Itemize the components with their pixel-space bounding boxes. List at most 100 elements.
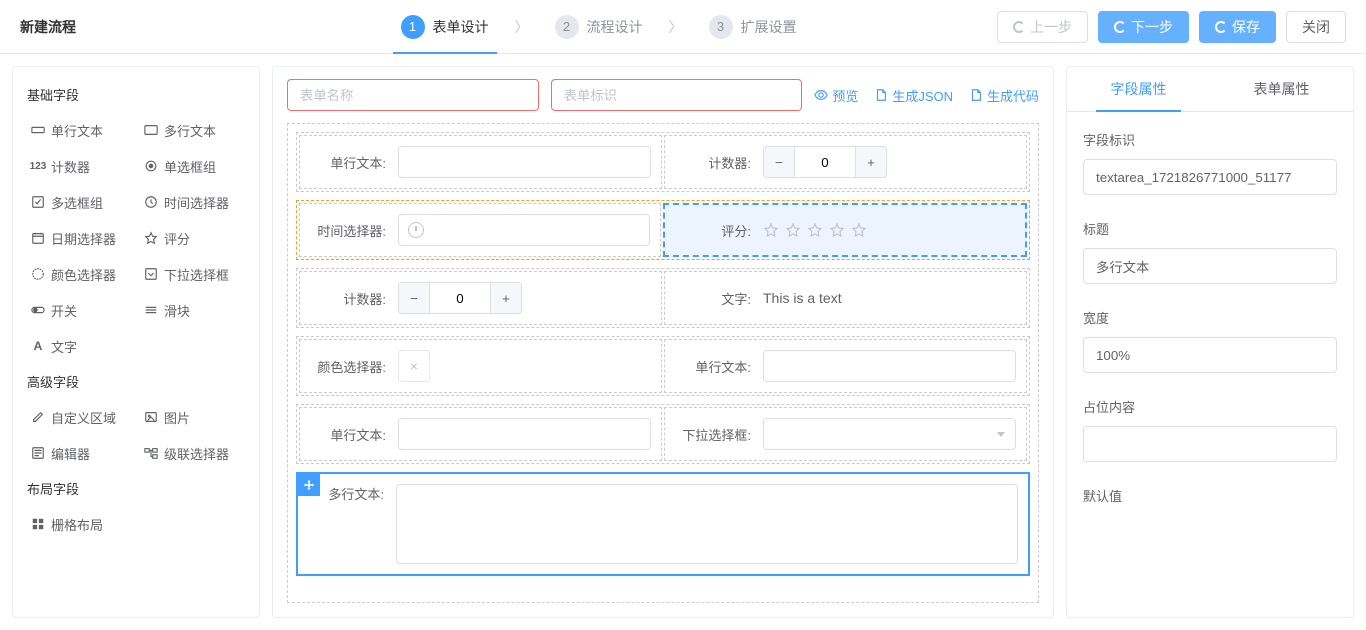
static-text: This is a text	[763, 290, 1016, 306]
counter-increase-button[interactable]: +	[490, 282, 522, 314]
loading-icon	[1114, 21, 1126, 33]
form-name-input[interactable]	[287, 79, 539, 111]
cell-single-text[interactable]: 单行文本:	[299, 135, 662, 189]
rate-stars[interactable]	[763, 222, 1015, 238]
steps: 1 表单设计 〉 2 流程设计 〉 3 扩展设置	[200, 15, 997, 39]
page-title: 新建流程	[20, 17, 200, 37]
star-icon[interactable]	[851, 222, 867, 238]
field-radio-group[interactable]: 单选框组	[136, 148, 249, 184]
textarea-input[interactable]	[396, 484, 1018, 564]
cell-counter[interactable]: 计数器: − +	[299, 271, 662, 325]
field-cascader[interactable]: 级联选择器	[136, 435, 249, 471]
header-actions: 上一步 下一步 保存 关闭	[997, 11, 1346, 43]
counter-decrease-button[interactable]: −	[763, 146, 795, 178]
tab-field-props[interactable]: 字段属性	[1067, 67, 1210, 111]
category-basic: 基础字段	[23, 77, 249, 112]
single-text-input[interactable]	[763, 350, 1016, 382]
canvas-panel: 预览 生成JSON 生成代码 单行文本: 计数器: −	[272, 66, 1054, 618]
counter-decrease-button[interactable]: −	[398, 282, 430, 314]
field-time-picker[interactable]: 时间选择器	[136, 184, 249, 220]
grid-row[interactable]: 颜色选择器: × 单行文本:	[296, 336, 1030, 396]
cell-textarea-selected[interactable]: 多行文本:	[296, 472, 1030, 576]
step-form-design[interactable]: 1 表单设计	[383, 15, 507, 39]
counter-increase-button[interactable]: +	[855, 146, 887, 178]
cell-single-text[interactable]: 单行文本:	[299, 407, 662, 461]
counter-icon: 123	[31, 159, 45, 173]
cell-rate[interactable]: 评分:	[663, 203, 1027, 257]
grid-row[interactable]: 单行文本: 计数器: − +	[296, 132, 1030, 192]
grid-icon	[31, 517, 45, 531]
field-single-line-text[interactable]: 单行文本	[23, 112, 136, 148]
star-icon[interactable]	[785, 222, 801, 238]
step-ext-config[interactable]: 3 扩展设置	[691, 15, 815, 39]
form-key-input[interactable]	[551, 79, 803, 111]
counter: − +	[763, 146, 1016, 178]
field-slider[interactable]: 滑块	[136, 292, 249, 328]
move-handle-icon[interactable]	[298, 474, 320, 496]
prop-title-input[interactable]	[1083, 248, 1337, 284]
cascader-icon	[144, 446, 158, 460]
star-icon[interactable]	[763, 222, 779, 238]
gen-code-button[interactable]: 生成代码	[969, 86, 1039, 105]
canvas-toolbar: 预览 生成JSON 生成代码	[273, 67, 1053, 123]
star-icon[interactable]	[829, 222, 845, 238]
clock-icon	[144, 195, 158, 209]
field-palette: 基础字段 单行文本 多行文本 123计数器 单选框组 多选框组 时间选择器 日期…	[12, 66, 260, 618]
prev-button: 上一步	[997, 11, 1088, 43]
field-grid-layout[interactable]: 栅格布局	[23, 506, 136, 542]
grid-row[interactable]: 计数器: − + 文字: This is a text	[296, 268, 1030, 328]
grid-row[interactable]: 时间选择器: 评分:	[296, 200, 1030, 260]
prop-label-key: 字段标识	[1083, 130, 1337, 149]
cell-select[interactable]: 下拉选择框:	[664, 407, 1027, 461]
cell-color-picker[interactable]: 颜色选择器: ×	[299, 339, 662, 393]
field-text[interactable]: A文字	[23, 328, 136, 364]
select-input[interactable]	[763, 418, 1016, 450]
prop-label-width: 宽度	[1083, 308, 1337, 327]
cell-time-picker[interactable]: 时间选择器:	[299, 203, 661, 257]
close-button[interactable]: 关闭	[1286, 11, 1346, 43]
field-counter[interactable]: 123计数器	[23, 148, 136, 184]
next-button[interactable]: 下一步	[1098, 11, 1189, 43]
calendar-icon	[31, 231, 45, 245]
cell-counter[interactable]: 计数器: − +	[664, 135, 1027, 189]
text-icon: A	[31, 339, 45, 353]
loading-icon	[1013, 21, 1025, 33]
preview-button[interactable]: 预览	[814, 86, 858, 105]
prop-label-title: 标题	[1083, 219, 1337, 238]
field-switch[interactable]: 开关	[23, 292, 136, 328]
cell-text[interactable]: 文字: This is a text	[664, 271, 1027, 325]
single-line-icon	[31, 123, 45, 137]
chevron-right-icon: 〉	[515, 17, 529, 37]
field-image[interactable]: 图片	[136, 399, 249, 435]
star-icon	[144, 231, 158, 245]
prop-key-input[interactable]	[1083, 159, 1337, 195]
single-text-input[interactable]	[398, 418, 651, 450]
field-rate[interactable]: 评分	[136, 220, 249, 256]
step-flow-design[interactable]: 2 流程设计	[537, 15, 661, 39]
field-editor[interactable]: 编辑器	[23, 435, 136, 471]
cell-single-text[interactable]: 单行文本:	[664, 339, 1027, 393]
canvas[interactable]: 单行文本: 计数器: − +	[273, 123, 1053, 617]
field-select[interactable]: 下拉选择框	[136, 256, 249, 292]
field-multi-line-text[interactable]: 多行文本	[136, 112, 249, 148]
save-button[interactable]: 保存	[1199, 11, 1276, 43]
tab-form-props[interactable]: 表单属性	[1210, 67, 1353, 111]
star-icon[interactable]	[807, 222, 823, 238]
grid-row[interactable]: 单行文本: 下拉选择框:	[296, 404, 1030, 464]
header: 新建流程 1 表单设计 〉 2 流程设计 〉 3 扩展设置 上一步 下一步 保存…	[0, 0, 1366, 54]
field-checkbox-group[interactable]: 多选框组	[23, 184, 136, 220]
gen-json-button[interactable]: 生成JSON	[874, 86, 953, 105]
counter-input[interactable]	[430, 282, 490, 314]
property-tabs: 字段属性 表单属性	[1067, 67, 1353, 112]
file-icon	[969, 88, 983, 102]
single-text-input[interactable]	[398, 146, 651, 178]
field-date-picker[interactable]: 日期选择器	[23, 220, 136, 256]
time-picker-input[interactable]	[398, 214, 650, 246]
counter-input[interactable]	[795, 146, 855, 178]
color-picker[interactable]: ×	[398, 350, 430, 382]
prop-placeholder-input[interactable]	[1083, 426, 1337, 462]
field-custom-area[interactable]: 自定义区域	[23, 399, 136, 435]
image-icon	[144, 410, 158, 424]
field-color-picker[interactable]: 颜色选择器	[23, 256, 136, 292]
prop-width-input[interactable]	[1083, 337, 1337, 373]
